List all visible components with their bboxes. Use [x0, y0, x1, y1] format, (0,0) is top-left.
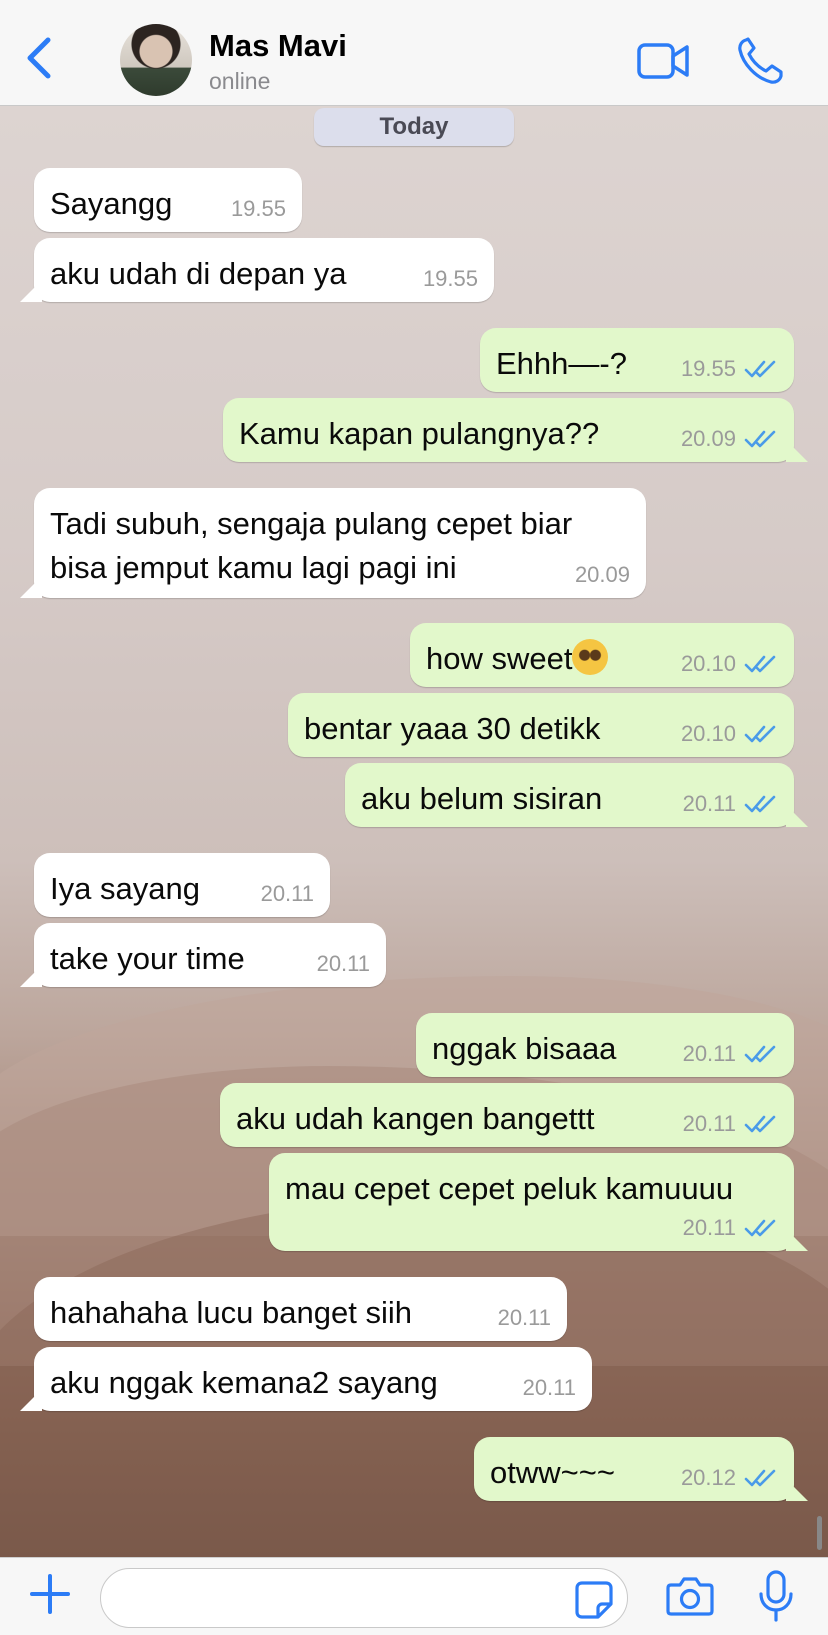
message-text: aku nggak kemana2 sayang: [50, 1365, 438, 1400]
microphone-icon: [759, 1570, 793, 1622]
plus-icon: [30, 1574, 70, 1614]
outgoing-message[interactable]: aku udah kangen bangettt 20.11: [220, 1083, 794, 1147]
message-text: bentar yaaa 30 detikk: [304, 711, 601, 746]
message-time: 20.11: [682, 1111, 736, 1136]
double-check-icon: [744, 360, 776, 378]
incoming-message[interactable]: Tadi subuh, sengaja pulang cepet biar bi…: [20, 488, 646, 598]
message-time: 20.09: [574, 562, 630, 587]
message-text: otww~~~: [490, 1455, 615, 1490]
contact-name[interactable]: Mas Mavi: [209, 28, 347, 64]
incoming-message[interactable]: aku nggak kemana2 sayang 20.11: [20, 1347, 592, 1411]
message-text: Tadi subuh, sengaja pulang cepet biar bi…: [50, 506, 573, 585]
message-text: aku belum sisiran: [361, 781, 603, 816]
phone-icon: [738, 37, 783, 84]
message-text: aku udah kangen bangettt: [236, 1101, 595, 1136]
double-check-icon: [744, 430, 776, 448]
double-check-icon: [744, 725, 776, 743]
incoming-message[interactable]: Sayangg 19.55: [34, 168, 302, 232]
message-time: 20.11: [497, 1305, 551, 1330]
message-text: Iya sayang: [50, 871, 200, 906]
outgoing-message[interactable]: nggak bisaaa 20.11: [416, 1013, 794, 1077]
sticker-button[interactable]: [574, 1580, 614, 1620]
date-separator: Today: [314, 108, 514, 146]
outgoing-message[interactable]: Ehhh—-? 19.55: [480, 328, 794, 392]
message-time: 20.09: [680, 426, 736, 451]
message-text: Kamu kapan pulangnya??: [239, 416, 600, 451]
camera-button[interactable]: [665, 1574, 715, 1618]
message-time: 19.55: [230, 196, 286, 221]
add-attachment-button[interactable]: [28, 1572, 72, 1616]
message-input[interactable]: [100, 1568, 628, 1628]
chevron-left-icon: [27, 37, 51, 79]
message-time: 20.11: [316, 951, 370, 976]
double-check-icon: [744, 1045, 776, 1063]
message-text: mau cepet cepet peluk kamuuuu: [285, 1171, 734, 1206]
message-time: 20.12: [680, 1465, 736, 1490]
sticker-icon: [575, 1581, 613, 1619]
message-text: Ehhh—-?: [496, 346, 627, 381]
outgoing-message[interactable]: mau cepet cepet peluk kamuuuu 20.11: [269, 1153, 808, 1251]
message-text: hahahaha lucu banget siih: [50, 1295, 412, 1330]
message-time: 20.11: [682, 1041, 736, 1066]
double-check-icon: [744, 1219, 776, 1237]
double-check-icon: [744, 655, 776, 673]
message-text: how sweet: [426, 637, 609, 681]
contact-status: online: [209, 68, 271, 94]
camera-icon: [666, 1577, 714, 1616]
scrollbar[interactable]: [817, 1516, 822, 1550]
message-text: nggak bisaaa: [432, 1031, 617, 1066]
outgoing-message[interactable]: how sweet 20.10: [410, 623, 794, 687]
outgoing-message[interactable]: otww~~~ 20.12: [474, 1437, 808, 1501]
outgoing-message[interactable]: bentar yaaa 30 detikk 20.10: [288, 693, 794, 757]
double-check-icon: [744, 795, 776, 813]
video-camera-icon: [637, 43, 689, 79]
message-time: 20.11: [522, 1375, 576, 1400]
message-time: 19.55: [680, 356, 736, 381]
message-time: 20.10: [680, 721, 736, 746]
chat-header: Mas Mavi online: [0, 0, 828, 106]
pleading-face-emoji: [572, 639, 609, 675]
incoming-message[interactable]: aku udah di depan ya 19.55: [20, 238, 494, 302]
message-time: 20.11: [682, 1215, 736, 1240]
contact-avatar[interactable]: [120, 24, 192, 96]
message-time: 20.11: [260, 881, 314, 906]
video-call-button[interactable]: [636, 38, 692, 84]
back-button[interactable]: [20, 34, 60, 82]
message-text: aku udah di depan ya: [50, 256, 347, 291]
incoming-message[interactable]: take your time 20.11: [20, 923, 386, 987]
voice-message-button[interactable]: [756, 1568, 796, 1624]
double-check-icon: [744, 1115, 776, 1133]
incoming-message[interactable]: Iya sayang 20.11: [34, 853, 330, 917]
outgoing-message[interactable]: Kamu kapan pulangnya?? 20.09: [223, 398, 808, 462]
voice-call-button[interactable]: [736, 36, 784, 86]
double-check-icon: [744, 1469, 776, 1487]
message-text: Sayangg: [50, 186, 173, 221]
composer-bar: [0, 1557, 828, 1635]
message-time: 20.10: [680, 651, 736, 676]
message-text: take your time: [50, 941, 245, 976]
message-time: 20.11: [682, 791, 736, 816]
outgoing-message[interactable]: aku belum sisiran 20.11: [345, 763, 808, 827]
incoming-message[interactable]: hahahaha lucu banget siih 20.11: [34, 1277, 567, 1341]
message-time: 19.55: [422, 266, 478, 291]
